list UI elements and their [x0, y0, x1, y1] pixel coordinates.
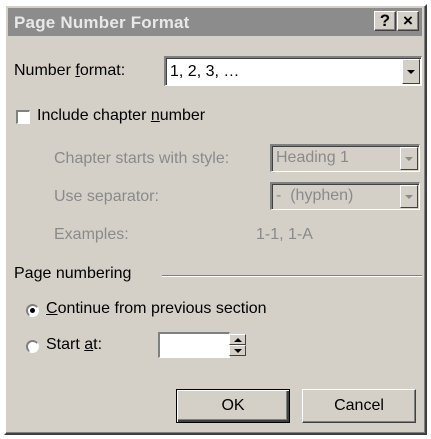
close-button[interactable]: ×: [397, 11, 419, 31]
number-format-label-prefix: Number: [14, 62, 76, 79]
help-button[interactable]: ?: [374, 11, 396, 31]
continue-from-previous-radio[interactable]: [26, 304, 39, 317]
start-at-input[interactable]: [158, 332, 230, 358]
group-divider: [162, 275, 422, 277]
chevron-down-icon: [405, 157, 413, 161]
start-at-radio[interactable]: [26, 340, 39, 353]
radio-dot-icon: [30, 308, 35, 313]
chevron-down-icon: [407, 70, 415, 74]
dialog-title: Page Number Format: [14, 13, 190, 32]
separator-label: Use separator:: [54, 188, 159, 205]
spin-up-icon: [234, 338, 242, 342]
chapter-style-value: Heading 1: [276, 149, 349, 166]
separator-dropdown-button[interactable]: [400, 185, 418, 208]
continue-label-accel: C: [46, 300, 58, 317]
include-chapter-number-checkbox[interactable]: [16, 110, 30, 124]
include-chapter-label-suffix: umber: [159, 107, 206, 124]
start-at-spin-up[interactable]: [229, 334, 246, 345]
examples-value: 1-1, 1-A: [256, 226, 313, 243]
continue-label-suffix: ontinue from previous section: [57, 300, 267, 317]
number-format-value: 1, 2, 3, …: [170, 63, 240, 80]
title-bar[interactable]: Page Number Format ? ×: [8, 8, 422, 36]
separator-value: - (hyphen): [276, 187, 354, 204]
start-at-label-accel: a: [84, 336, 94, 353]
spin-down-icon: [234, 349, 242, 353]
start-at-spin-down[interactable]: [229, 345, 246, 356]
start-at-label-prefix: Start: [46, 336, 85, 353]
separator-select[interactable]: - (hyphen): [270, 182, 420, 210]
chapter-style-dropdown-button[interactable]: [400, 147, 418, 170]
close-icon: ×: [403, 11, 413, 30]
start-at-label-suffix: t:: [93, 336, 103, 353]
continue-from-previous-label[interactable]: Continue from previous section: [46, 300, 267, 318]
include-chapter-label-accel: n: [150, 107, 160, 124]
chevron-down-icon: [405, 195, 413, 199]
page-numbering-group-label: Page numbering: [14, 265, 132, 282]
include-chapter-number-label[interactable]: Include chapter number: [37, 107, 205, 125]
examples-label: Examples:: [54, 226, 129, 243]
number-format-select[interactable]: 1, 2, 3, …: [164, 56, 422, 86]
number-format-label-suffix: ormat:: [79, 62, 126, 79]
include-chapter-label-prefix: Include chapter: [37, 107, 151, 124]
page-number-format-dialog: Page Number Format ? × Number format: 1,…: [4, 4, 427, 435]
chapter-style-label: Chapter starts with style:: [54, 150, 230, 167]
help-icon: ?: [379, 11, 391, 30]
start-at-label[interactable]: Start at:: [46, 336, 102, 354]
chapter-style-select[interactable]: Heading 1: [270, 144, 420, 172]
cancel-button[interactable]: Cancel: [302, 389, 416, 423]
number-format-dropdown-button[interactable]: [402, 59, 420, 84]
number-format-label: Number format:: [14, 62, 125, 80]
ok-button[interactable]: OK: [176, 389, 290, 423]
start-at-spinner[interactable]: [229, 334, 246, 356]
